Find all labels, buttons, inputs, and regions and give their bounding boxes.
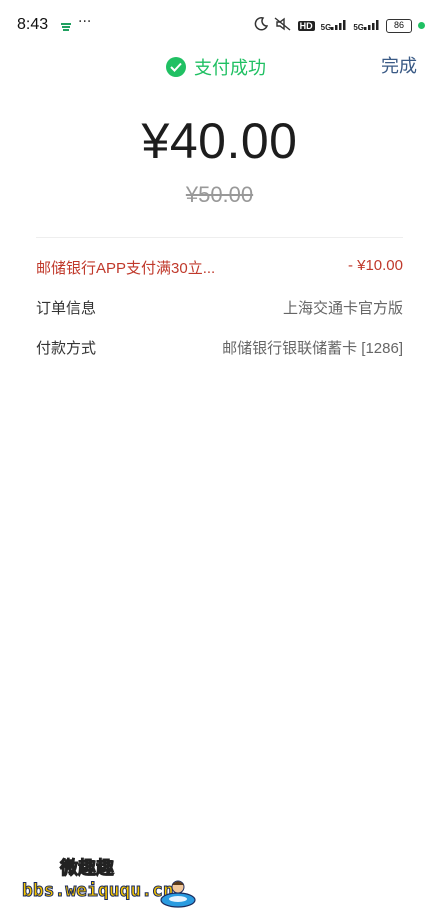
payment-method-label: 付款方式 — [36, 340, 97, 357]
payment-success-status: 支付成功 — [166, 54, 266, 80]
do-not-disturb-icon — [254, 16, 268, 35]
privacy-indicator-dot — [418, 22, 425, 29]
more-notifications-icon: ··· — [78, 14, 92, 30]
discount-value: - ¥10.00 — [347, 257, 403, 274]
discount-label: 邮储银行APP支付满30立... — [36, 260, 216, 277]
status-bar: 8:43 ··· HD 5G 5G 86 — [0, 0, 439, 48]
divider — [36, 237, 403, 238]
paid-amount: ¥40.00 — [141, 113, 298, 169]
watermark-url: bbs.weiququ.cn — [22, 880, 175, 902]
result-header: 支付成功 完成 — [0, 48, 439, 86]
signal-2-icon: 5G — [353, 19, 380, 32]
battery-icon: 86 — [386, 18, 412, 33]
status-time: 8:43 — [17, 16, 49, 33]
order-info-row: 订单信息 上海交通卡官方版 — [36, 297, 403, 318]
watermark: 微趣趣 bbs.weiququ.cn — [22, 854, 202, 910]
done-button[interactable]: 完成 — [381, 52, 417, 78]
discount-row: 邮储银行APP支付满30立... - ¥10.00 — [36, 257, 403, 278]
app-notification-icon — [60, 18, 72, 37]
original-amount: ¥50.00 — [185, 182, 254, 207]
success-check-icon — [166, 57, 186, 77]
signal-1-icon: 5G — [321, 19, 348, 32]
watermark-mascot-icon — [160, 880, 196, 908]
order-info-label: 订单信息 — [36, 300, 97, 317]
payment-method-row: 付款方式 邮储银行银联储蓄卡 [1286] — [36, 337, 403, 358]
mute-icon — [274, 16, 292, 35]
payment-method-value: 邮储银行银联储蓄卡 [1286] — [222, 340, 403, 357]
order-info-value: 上海交通卡官方版 — [282, 300, 403, 317]
success-text: 支付成功 — [194, 58, 266, 78]
watermark-title: 微趣趣 — [60, 858, 115, 880]
hd-icon: HD — [297, 20, 315, 31]
